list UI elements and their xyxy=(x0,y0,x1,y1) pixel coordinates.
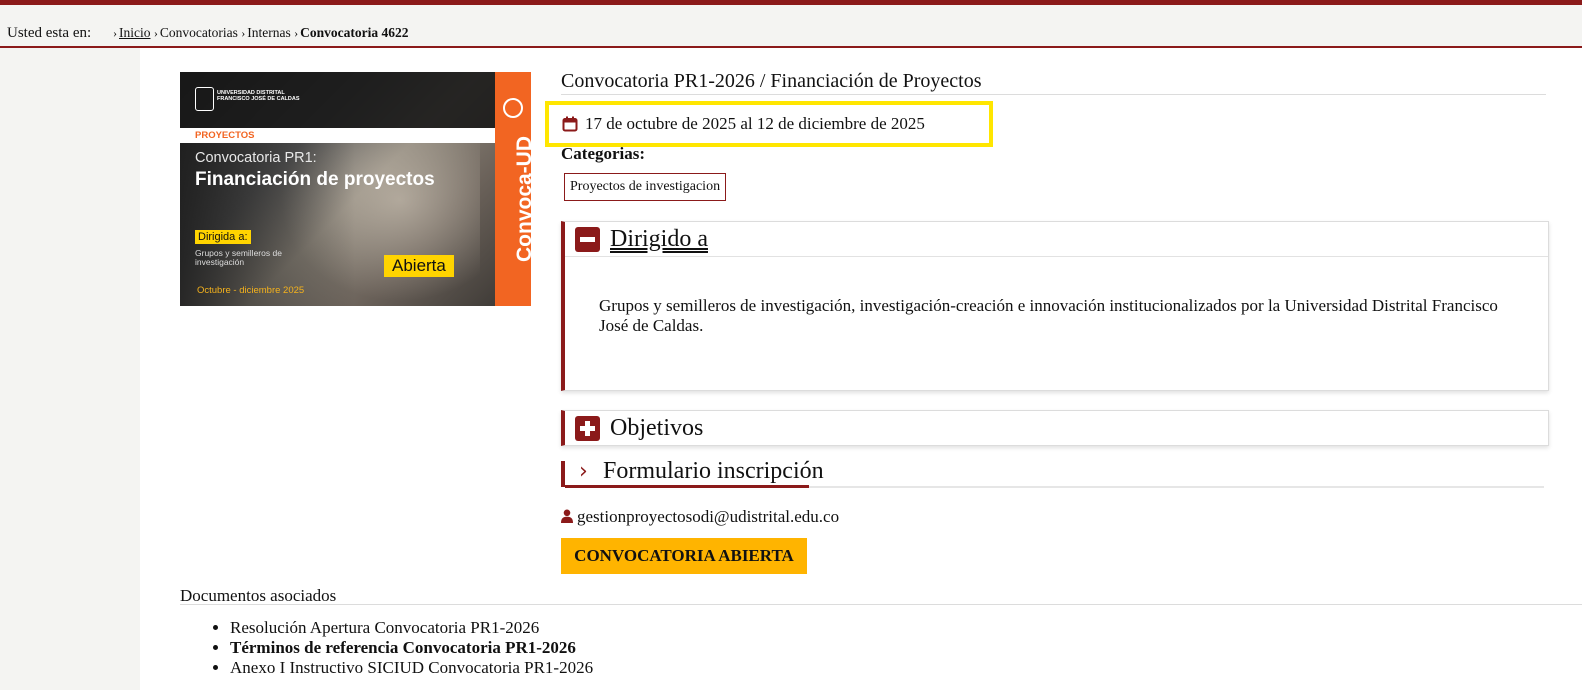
categories-label: Categorias: xyxy=(561,144,646,163)
breadcrumb-item-internas: Internas xyxy=(247,25,291,40)
document-item[interactable]: Anexo I Instructivo SICIUD Convocatoria … xyxy=(230,658,593,678)
contact-email-text[interactable]: gestionproyectosodi@udistrital.edu.co xyxy=(577,507,839,526)
left-rail xyxy=(0,48,140,690)
panel-dirigido-a: Dirigido a Grupos y semilleros de invest… xyxy=(561,221,1549,391)
page-title: Convocatoria PR1-2026 / Financiación de … xyxy=(561,70,1546,95)
category-tag[interactable]: Proyectos de investigacion xyxy=(564,173,727,201)
documents-title: Documentos asociados xyxy=(180,586,1582,605)
breadcrumb-prefix: Usted esta en: xyxy=(7,25,92,41)
form-link-label[interactable]: Formulario inscripción xyxy=(603,458,824,485)
document-item[interactable]: Resolución Apertura Convocatoria PR1-202… xyxy=(230,618,593,638)
banner-line1: Convocatoria PR1: xyxy=(195,150,317,166)
banner-brand: Convoca-UD xyxy=(513,135,531,262)
chevron-right-icon: › xyxy=(294,26,299,40)
chevron-right-icon: › xyxy=(113,26,117,40)
panel-objetivos-header[interactable]: Objetivos xyxy=(565,411,1548,445)
breadcrumb-link-inicio[interactable]: Inicio xyxy=(119,25,151,40)
breadcrumb-item-current: Convocatoria 4622 xyxy=(300,25,409,40)
status-button[interactable]: CONVOCATORIA ABIERTA xyxy=(561,538,807,574)
collapse-minus-icon[interactable] xyxy=(575,227,600,252)
university-seal-icon xyxy=(195,87,214,111)
user-icon xyxy=(561,509,573,523)
date-range-text: 17 de octubre de 2025 al 12 de diciembre… xyxy=(585,114,925,133)
panel-dirigido-body: Grupos y semilleros de investigación, in… xyxy=(599,296,1498,335)
panel-dirigido-title[interactable]: Dirigido a xyxy=(610,226,708,253)
breadcrumb-item-convocatorias: Convocatorias xyxy=(159,25,238,40)
banner-line2: Financiación de proyectos xyxy=(195,169,435,190)
calendar-icon xyxy=(562,116,578,132)
convoca-logo-icon xyxy=(503,98,523,118)
contact-email: gestionproyectosodi@udistrital.edu.co xyxy=(561,507,839,527)
chevron-right-icon: › xyxy=(241,26,246,40)
panel-objetivos-title[interactable]: Objetivos xyxy=(610,415,703,442)
documents-list: Resolución Apertura Convocatoria PR1-202… xyxy=(180,618,593,678)
document-item[interactable]: Términos de referencia Convocatoria PR1-… xyxy=(230,638,593,658)
breadcrumb: › Inicio › Convocatorias › Internas › Convoc… xyxy=(113,25,408,41)
form-link[interactable]: › Formulario inscripción xyxy=(561,458,1544,488)
banner-grupos: Grupos y semilleros de investigación xyxy=(195,248,282,267)
chevron-right-icon: › xyxy=(153,26,158,40)
banner-university-name: UNIVERSIDAD DISTRITAL FRANCISCO JOSÉ DE … xyxy=(217,90,300,102)
banner-period: Octubre - diciembre 2025 xyxy=(197,285,305,296)
chevron-right-icon: › xyxy=(579,459,588,484)
convocatoria-banner-image: UNIVERSIDAD DISTRITAL FRANCISCO JOSÉ DE … xyxy=(180,72,531,306)
date-range: 17 de octubre de 2025 al 12 de diciembre… xyxy=(545,101,993,147)
banner-status: Abierta xyxy=(384,255,454,277)
panel-dirigido-header[interactable]: Dirigido a xyxy=(565,222,1548,256)
expand-plus-icon[interactable] xyxy=(575,416,600,441)
banner-section: PROYECTOS xyxy=(195,130,255,141)
banner-dirigida: Dirigida a: xyxy=(195,230,251,244)
panel-objetivos: Objetivos xyxy=(561,410,1549,446)
breadcrumb-bar: Usted esta en: › Inicio › Convocatorias › I… xyxy=(0,5,1582,48)
